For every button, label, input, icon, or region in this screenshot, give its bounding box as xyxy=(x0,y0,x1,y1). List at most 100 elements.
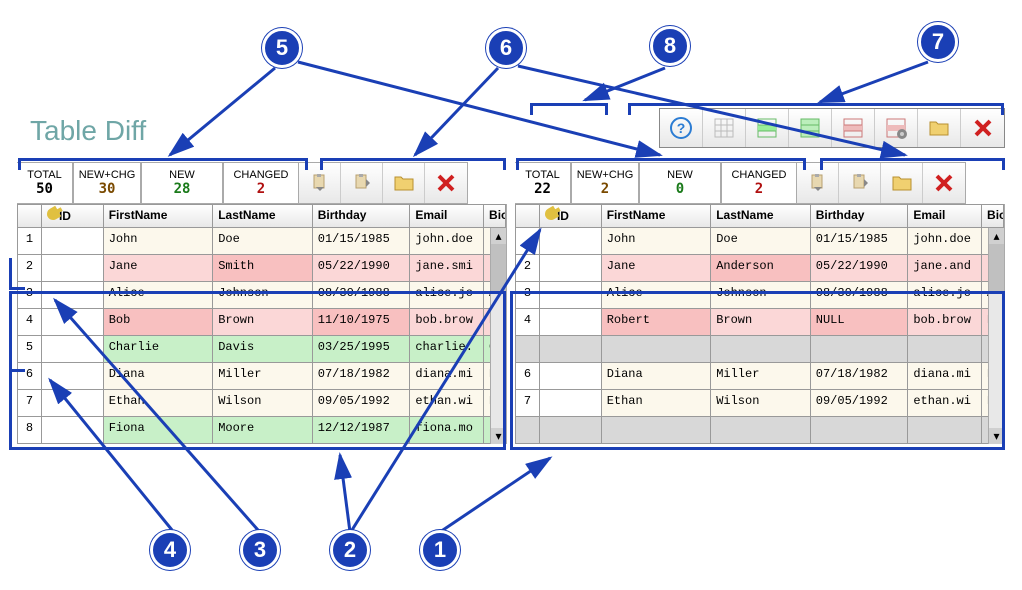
cell-bd[interactable] xyxy=(811,336,909,363)
cell-id[interactable] xyxy=(540,282,602,309)
cell-fn[interactable]: Jane xyxy=(104,255,214,282)
table-row[interactable]: 2JaneSmith05/22/1990jane.smiJa xyxy=(17,255,506,282)
cell-id[interactable] xyxy=(42,417,104,444)
cell-fn[interactable]: Diana xyxy=(602,363,712,390)
table-row[interactable]: 4RobertBrownNULLbob.browBo xyxy=(515,309,1004,336)
cell-bd[interactable]: NULL xyxy=(811,309,909,336)
cell-em[interactable]: jane.and xyxy=(908,255,982,282)
cell-ln[interactable]: Doe xyxy=(213,228,313,255)
folder-button[interactable] xyxy=(918,109,961,147)
table-row[interactable]: 6DianaMiller07/18/1982diana.miDi xyxy=(17,363,506,390)
cell-id[interactable] xyxy=(540,255,602,282)
cell-ln[interactable]: Johnson xyxy=(711,282,811,309)
cell-bd[interactable]: 08/30/1988 xyxy=(313,282,411,309)
cell-bd[interactable]: 05/22/1990 xyxy=(313,255,411,282)
cell-ln[interactable]: Smith xyxy=(213,255,313,282)
cell-bd[interactable]: 03/25/1995 xyxy=(313,336,411,363)
table-row[interactable]: 7EthanWilson09/05/1992ethan.wiEt xyxy=(17,390,506,417)
cell-id[interactable] xyxy=(42,282,104,309)
cell-id[interactable] xyxy=(540,390,602,417)
cell-id[interactable] xyxy=(540,417,602,444)
cell-ln[interactable] xyxy=(711,336,811,363)
table-row[interactable]: 8FionaMoore12/12/1987fiona.moFi xyxy=(17,417,506,444)
grid-blank-button[interactable] xyxy=(703,109,746,147)
cell-fn[interactable]: Charlie xyxy=(104,336,214,363)
cell-ln[interactable]: Wilson xyxy=(711,390,811,417)
cell-n[interactable]: 3 xyxy=(515,282,540,309)
col-lastname[interactable]: LastName xyxy=(213,204,313,228)
cell-bd[interactable]: 07/18/1982 xyxy=(811,363,909,390)
cell-ln[interactable]: Brown xyxy=(213,309,313,336)
cell-id[interactable] xyxy=(540,228,602,255)
cell-em[interactable]: jane.smi xyxy=(410,255,484,282)
cell-bd[interactable]: 09/05/1992 xyxy=(313,390,411,417)
left-grid[interactable]: ID FirstName LastName Birthday Email Bio… xyxy=(17,204,507,444)
cell-n[interactable]: 7 xyxy=(17,390,42,417)
close-button[interactable] xyxy=(923,163,965,203)
cell-id[interactable] xyxy=(540,336,602,363)
cell-fn[interactable] xyxy=(602,417,712,444)
cell-fn[interactable]: Ethan xyxy=(602,390,712,417)
col-id[interactable]: ID xyxy=(42,204,104,228)
cell-ln[interactable]: Moore xyxy=(213,417,313,444)
cell-n[interactable]: 5 xyxy=(17,336,42,363)
cell-bd[interactable]: 01/15/1985 xyxy=(811,228,909,255)
scrollbar[interactable]: ▴▾ xyxy=(988,228,1004,444)
col-bio[interactable]: Bio xyxy=(484,204,506,228)
cell-n[interactable]: 8 xyxy=(17,417,42,444)
cell-n[interactable] xyxy=(515,228,540,255)
cell-ln[interactable]: Miller xyxy=(213,363,313,390)
cell-id[interactable] xyxy=(540,309,602,336)
grid-green-button[interactable] xyxy=(746,109,789,147)
cell-em[interactable]: bob.brow xyxy=(410,309,484,336)
copy-right-button[interactable] xyxy=(839,163,881,203)
cell-em[interactable]: diana.mi xyxy=(410,363,484,390)
cell-ln[interactable]: Wilson xyxy=(213,390,313,417)
cell-em[interactable]: diana.mi xyxy=(908,363,982,390)
cell-n[interactable] xyxy=(515,336,540,363)
grid-green2-button[interactable] xyxy=(789,109,832,147)
col-lastname[interactable]: LastName xyxy=(711,204,811,228)
cell-bd[interactable]: 07/18/1982 xyxy=(313,363,411,390)
cell-n[interactable]: 6 xyxy=(17,363,42,390)
cell-em[interactable]: fiona.mo xyxy=(410,417,484,444)
table-row[interactable]: 3AliceJohnson08/30/1988alice.joAl xyxy=(17,282,506,309)
col-birthday[interactable]: Birthday xyxy=(811,204,909,228)
cell-em[interactable]: alice.jo xyxy=(908,282,982,309)
cell-bd[interactable]: 05/22/1990 xyxy=(811,255,909,282)
col-firstname[interactable]: FirstName xyxy=(104,204,214,228)
grid-red-button[interactable] xyxy=(832,109,875,147)
folder-button[interactable] xyxy=(881,163,923,203)
cell-n[interactable]: 3 xyxy=(17,282,42,309)
cell-fn[interactable]: Alice xyxy=(602,282,712,309)
cell-n[interactable]: 6 xyxy=(515,363,540,390)
table-row[interactable] xyxy=(515,336,1004,363)
col-firstname[interactable]: FirstName xyxy=(602,204,712,228)
cell-bd[interactable]: 08/30/1988 xyxy=(811,282,909,309)
cell-ln[interactable]: Brown xyxy=(711,309,811,336)
cell-em[interactable]: alice.jo xyxy=(410,282,484,309)
scrollbar[interactable]: ▴▾ xyxy=(490,228,506,444)
cell-fn[interactable]: Fiona xyxy=(104,417,214,444)
cell-em[interactable]: ethan.wi xyxy=(410,390,484,417)
cell-em[interactable]: charlie. xyxy=(410,336,484,363)
col-id[interactable]: ID xyxy=(540,204,602,228)
cell-fn[interactable] xyxy=(602,336,712,363)
table-row[interactable]: 7EthanWilson09/05/1992ethan.wiEt xyxy=(515,390,1004,417)
cell-bd[interactable]: 01/15/1985 xyxy=(313,228,411,255)
cell-bd[interactable]: 11/10/1975 xyxy=(313,309,411,336)
cell-id[interactable] xyxy=(540,363,602,390)
help-button[interactable]: ? xyxy=(660,109,703,147)
col-rownum[interactable] xyxy=(17,204,42,228)
cell-fn[interactable]: Robert xyxy=(602,309,712,336)
cell-bd[interactable] xyxy=(811,417,909,444)
cell-id[interactable] xyxy=(42,363,104,390)
cell-ln[interactable]: Davis xyxy=(213,336,313,363)
table-row[interactable]: 4BobBrown11/10/1975bob.browBo xyxy=(17,309,506,336)
cell-id[interactable] xyxy=(42,336,104,363)
cell-em[interactable] xyxy=(908,417,982,444)
cell-n[interactable]: 2 xyxy=(17,255,42,282)
grid-red-gear-button[interactable] xyxy=(875,109,918,147)
close-button[interactable] xyxy=(961,109,1004,147)
cell-n[interactable] xyxy=(515,417,540,444)
